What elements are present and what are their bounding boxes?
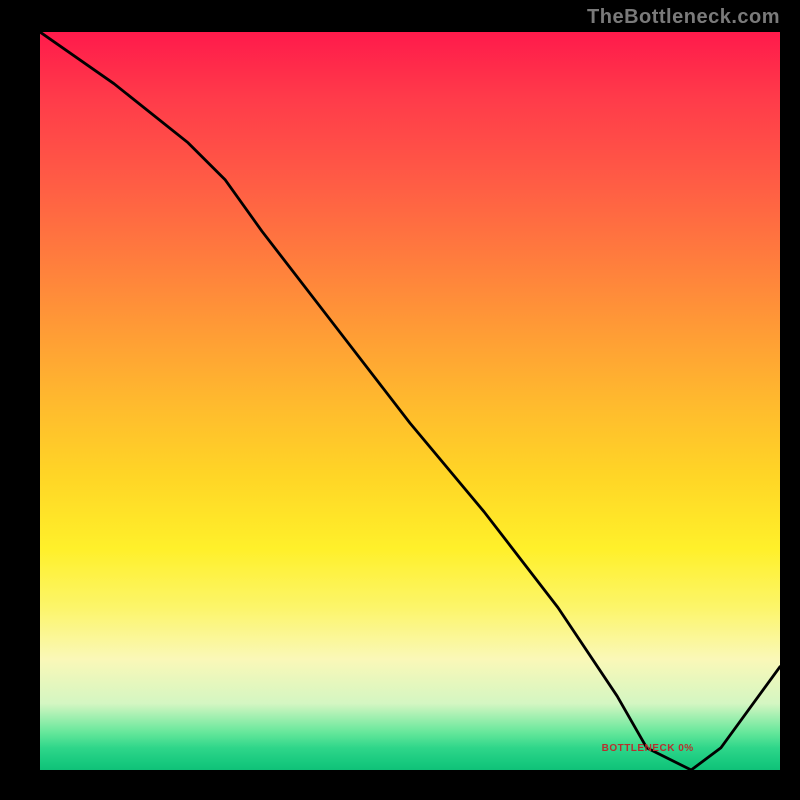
bottleneck-curve [40,32,780,770]
curve-path [40,32,780,770]
chart-frame: TheBottleneck.com BOTTLENECK 0% [0,0,800,800]
watermark-text: TheBottleneck.com [587,6,780,29]
bottleneck-zero-label: BOTTLENECK 0% [602,743,694,754]
plot-area: BOTTLENECK 0% [40,32,780,770]
